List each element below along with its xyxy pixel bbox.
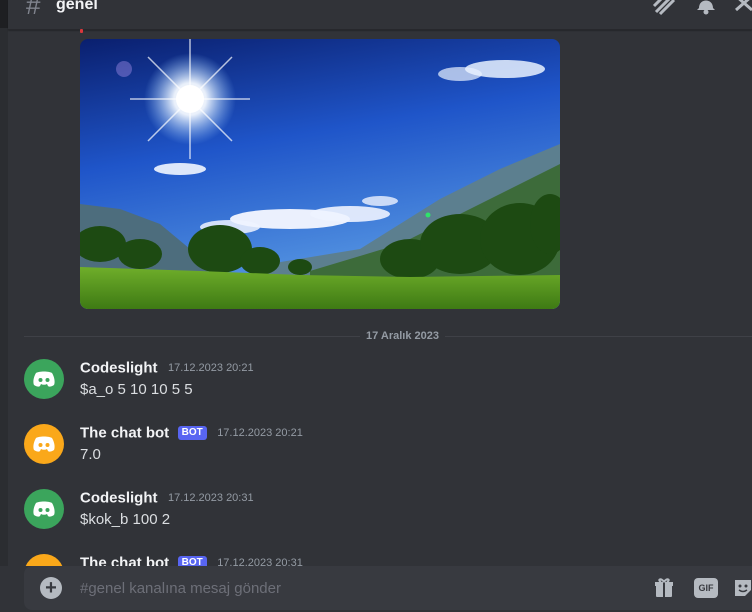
avatar[interactable]	[24, 359, 64, 399]
message-header: Codeslight 17.12.2023 20:21	[80, 359, 254, 379]
message-item: The chat bot BOT 17.12.2023 20:21 7.0	[0, 424, 752, 480]
timestamp: 17.12.2023 20:21	[167, 361, 254, 374]
upload-plus-icon[interactable]: +	[40, 577, 62, 599]
message-header: The chat bot BOT 17.12.2023 20:21	[80, 424, 303, 444]
sticker-icon[interactable]	[732, 577, 752, 599]
username[interactable]: Codeslight	[80, 489, 158, 506]
avatar[interactable]	[24, 424, 64, 464]
landscape-photo	[80, 39, 560, 309]
username[interactable]: Codeslight	[80, 359, 158, 376]
message-content: $a_o 5 10 10 5 5	[80, 381, 193, 398]
username[interactable]: The chat bot	[80, 424, 169, 441]
message-header: Codeslight 17.12.2023 20:31	[80, 489, 254, 509]
message-content: $kok_b 100 2	[80, 511, 171, 528]
timestamp: 17.12.2023 20:21	[217, 426, 303, 439]
bell-icon[interactable]	[694, 0, 718, 16]
gif-icon[interactable]: GIF	[694, 578, 718, 598]
bot-badge: BOT	[177, 425, 207, 440]
discord-app: # genel 17 Aralık 2023 Codeslight 17.12.…	[0, 0, 752, 612]
message-content: 7.0	[80, 446, 101, 463]
channel-header: # genel	[8, 0, 752, 30]
sidebar-edge-top	[0, 0, 8, 28]
discord-logo-icon	[33, 436, 55, 452]
message-composer: + GIF	[24, 566, 752, 610]
channel-hash-icon: #	[26, 0, 41, 20]
gift-icon[interactable]	[653, 577, 675, 599]
unread-marker	[80, 29, 83, 33]
attachment-image[interactable]	[80, 39, 560, 309]
avatar[interactable]	[24, 489, 64, 529]
threads-icon[interactable]	[652, 0, 676, 16]
date-divider-label: 17 Aralık 2023	[360, 330, 445, 342]
discord-logo-icon	[33, 501, 55, 517]
message-item: Codeslight 17.12.2023 20:31 $kok_b 100 2	[0, 489, 752, 545]
timestamp: 17.12.2023 20:31	[167, 491, 254, 504]
message-item: Codeslight 17.12.2023 20:21 $a_o 5 10 10…	[0, 359, 752, 415]
pin-icon[interactable]	[732, 0, 752, 16]
discord-logo-icon	[33, 371, 55, 387]
channel-title: genel	[56, 0, 98, 13]
message-input[interactable]	[80, 579, 600, 597]
